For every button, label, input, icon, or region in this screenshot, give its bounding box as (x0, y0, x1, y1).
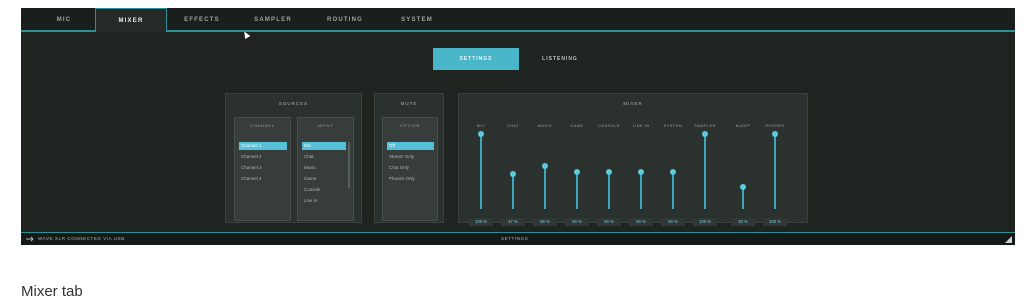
mixer-fader-track[interactable] (608, 171, 610, 209)
mixer-fader-knob[interactable] (702, 131, 708, 137)
mixer-channel-value: 50 % (565, 218, 589, 226)
list-item[interactable]: Channel 4 (239, 175, 287, 183)
tab-system[interactable]: SYSTEM (381, 8, 453, 30)
mixer-channel-label: LINE IN (632, 124, 650, 128)
mixer-channel-value: 50 % (661, 218, 685, 226)
list-item[interactable]: Stream Only (387, 153, 434, 161)
mixer-channel-value: 100 % (693, 218, 717, 226)
input-scrollbar[interactable] (348, 142, 350, 188)
mixer-fader-knob[interactable] (638, 168, 644, 175)
mixer-channel-label: SAMPLER (694, 124, 716, 128)
mixer-channel-label: CHAT (506, 124, 520, 128)
list-item[interactable]: Channel 3 (239, 164, 287, 172)
list-item[interactable]: Chat (302, 153, 346, 161)
tab-routing[interactable]: ROUTING (309, 8, 381, 30)
sources-panel: SOURCES CHANNEL Channel 1 Channel 2 Chan… (225, 93, 362, 223)
mixer-channel-label: CONSOLE (597, 124, 621, 128)
mixer-channel-label: MUSIC (537, 124, 553, 128)
mixer-channel-label: MIC (476, 124, 486, 128)
mixer-fader-track[interactable] (512, 173, 514, 209)
connection-status: WAVE XLR CONNECTED VIA USB (38, 236, 125, 241)
channel-list: CHANNEL Channel 1 Channel 2 Channel 3 Ch… (234, 117, 291, 221)
mixer-channel-value: 58 % (533, 218, 557, 226)
tab-sampler[interactable]: SAMPLER (237, 8, 309, 30)
settings-button[interactable]: SETTINGS (433, 48, 519, 70)
mixer-channel-value: 47 % (501, 218, 525, 226)
mixer-channel-value: 100 % (469, 218, 493, 226)
mixer-fader-track[interactable] (742, 186, 744, 209)
mixer-fader-knob[interactable] (740, 183, 746, 190)
list-item[interactable]: Off (387, 142, 434, 150)
tab-effects[interactable]: EFFECTS (167, 8, 237, 30)
mute-option-list: OPTION Off Stream Only Chat Only Phones … (382, 117, 438, 221)
mixer-fader-knob[interactable] (478, 131, 484, 137)
mixer-fader-track[interactable] (480, 134, 482, 209)
mute-option-title: OPTION (399, 123, 421, 128)
status-bar: WAVE XLR CONNECTED VIA USB SETTINGS (21, 232, 1015, 245)
tab-mic[interactable]: MIC (29, 8, 99, 30)
mute-title: MUTE (400, 101, 418, 106)
mixer-channel-label: SYSTEM (663, 124, 683, 128)
mixer-fader-track[interactable] (704, 134, 706, 209)
resize-grip-icon[interactable] (1005, 236, 1012, 243)
listening-button[interactable]: LISTENING (523, 48, 597, 70)
app-window: MIC MIXER EFFECTS SAMPLER ROUTING SYSTEM… (21, 8, 1015, 245)
list-item[interactable]: Line In (302, 197, 346, 205)
channel-list-title: CHANNEL (250, 123, 275, 128)
mixer-fader-track[interactable] (544, 165, 546, 209)
mixer-channel-value: 30 % (731, 218, 755, 226)
status-center: SETTINGS (501, 236, 529, 241)
mute-panel: MUTE OPTION Off Stream Only Chat Only Ph… (374, 93, 444, 223)
mixer-fader-knob[interactable] (670, 168, 676, 175)
mixer-channel-value: 100 % (763, 218, 787, 226)
mixer-fader-track[interactable] (640, 171, 642, 209)
list-item[interactable]: Mic (302, 142, 346, 150)
mixer-fader-knob[interactable] (606, 168, 612, 175)
mixer-channel-label: BLEEP (735, 124, 751, 128)
input-list: INPUT Mic Chat Music Game Console Line I… (297, 117, 354, 221)
mixer-fader-knob[interactable] (772, 131, 778, 137)
input-list-title: INPUT (317, 123, 334, 128)
mixer-channel-value: 50 % (629, 218, 653, 226)
mixer-title: MIXER (623, 101, 643, 106)
list-item[interactable]: Console (302, 186, 346, 194)
list-item[interactable]: Chat Only (387, 164, 434, 172)
figure-caption: Mixer tab (21, 283, 83, 300)
sources-title: SOURCES (278, 101, 309, 106)
mixer-channel-label: GAME (570, 124, 584, 128)
mixer-fader-knob[interactable] (542, 162, 548, 169)
mixer-fader-knob[interactable] (510, 170, 516, 177)
mixer-fader-track[interactable] (576, 171, 578, 209)
mixer-fader-knob[interactable] (574, 168, 580, 175)
list-item[interactable]: Game (302, 175, 346, 183)
list-item[interactable]: Music (302, 164, 346, 172)
list-item[interactable]: Channel 2 (239, 153, 287, 161)
mixer-panel: MIXER MIC 100 % CHAT 47 % MUSIC 58 % GAME 50 % C… (458, 93, 808, 226)
tab-mixer[interactable]: MIXER (95, 8, 167, 32)
mixer-channel-value: 50 % (597, 218, 621, 226)
mixer-channel-label: PHONES (765, 124, 785, 128)
usb-icon (26, 236, 34, 242)
tab-bar: MIC MIXER EFFECTS SAMPLER ROUTING SYSTEM (21, 8, 1015, 32)
mixer-fader-track[interactable] (672, 171, 674, 209)
list-item[interactable]: Phones Only (387, 175, 434, 183)
mixer-fader-track[interactable] (774, 134, 776, 209)
list-item[interactable]: Channel 1 (239, 142, 287, 150)
